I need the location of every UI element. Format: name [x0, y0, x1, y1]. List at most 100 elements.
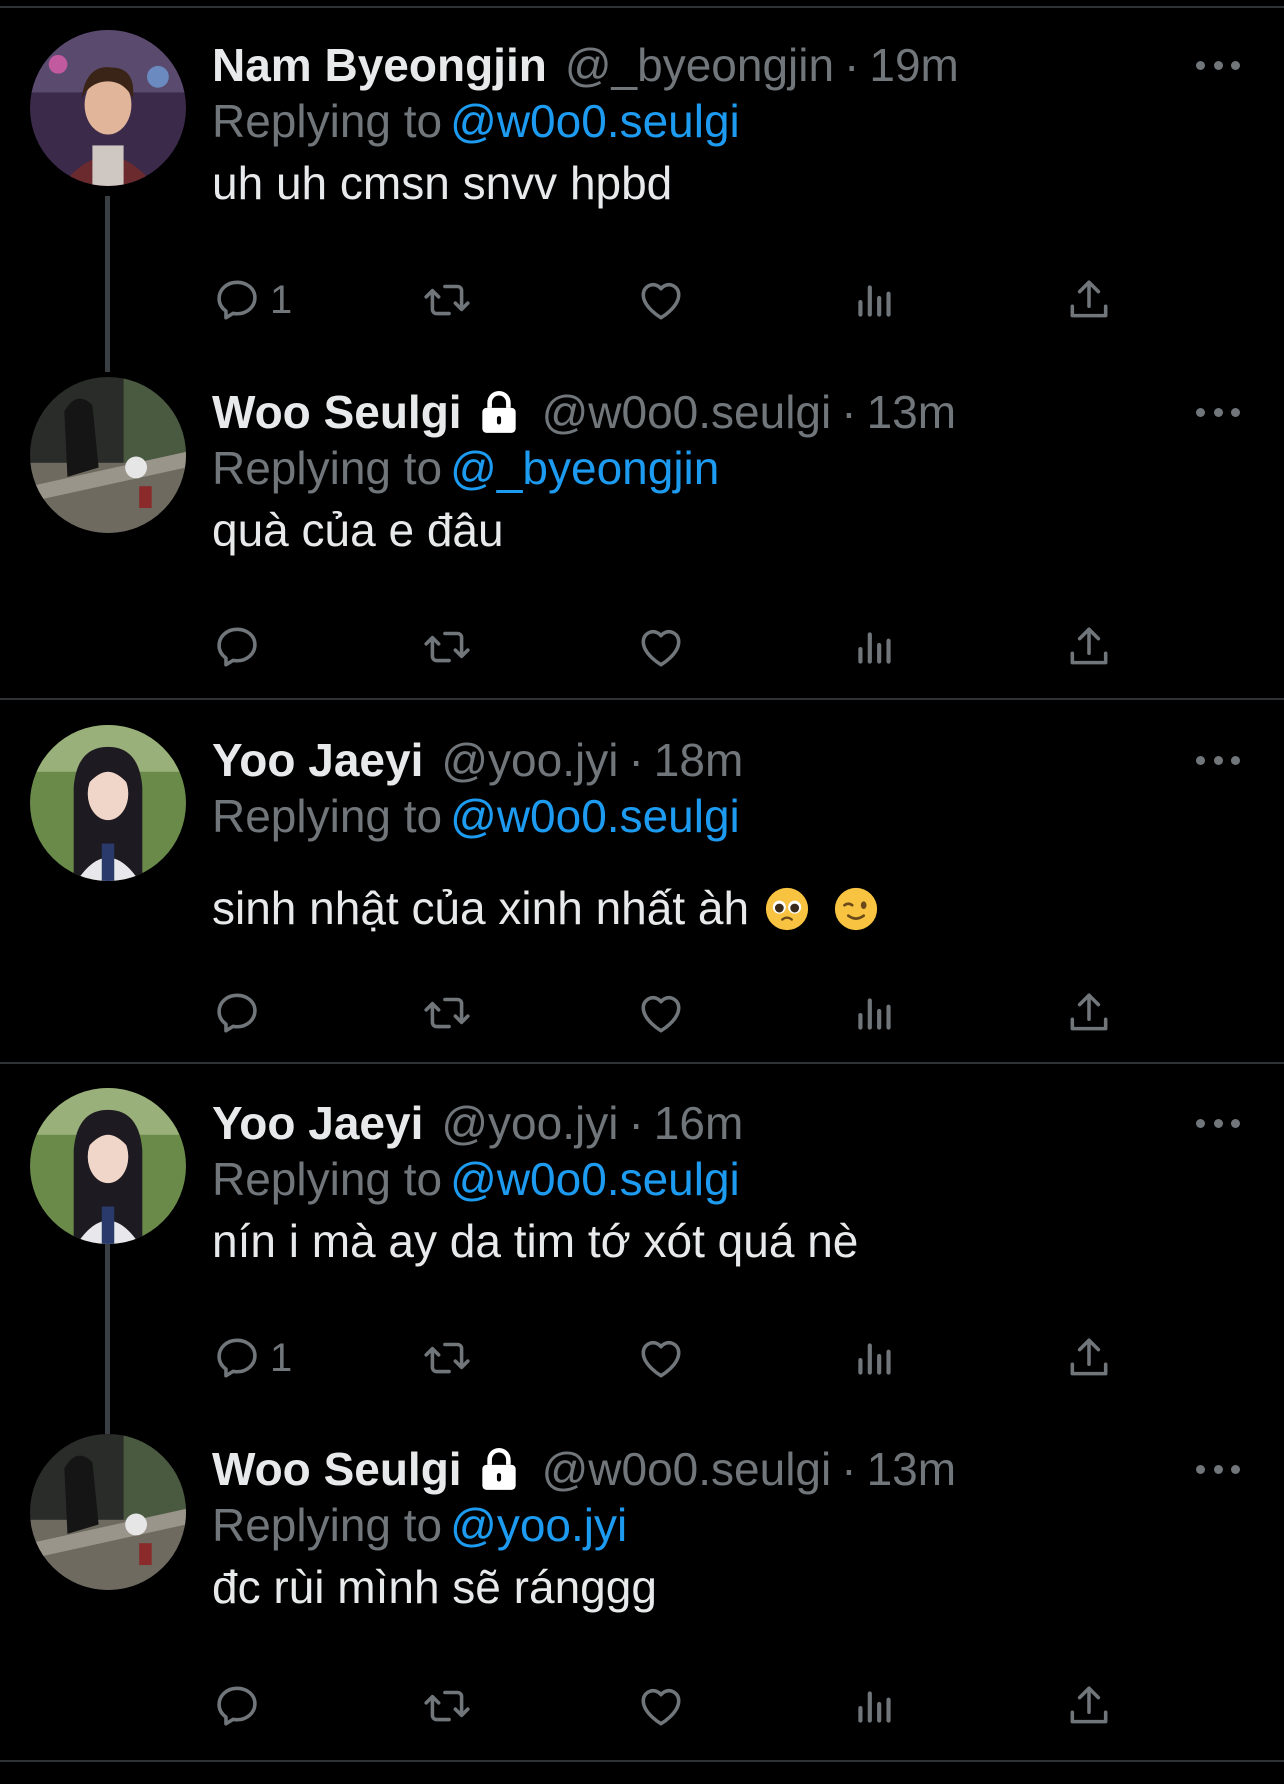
like-icon	[636, 1333, 686, 1383]
reply-icon	[212, 988, 262, 1038]
views-icon	[850, 1681, 900, 1731]
retweet-button[interactable]	[422, 1676, 472, 1736]
retweet-icon	[422, 1333, 472, 1383]
tweet-text-content: sinh nhật của xinh nhất àh	[212, 882, 750, 934]
avatar[interactable]	[30, 725, 186, 881]
share-button[interactable]	[1064, 1676, 1114, 1736]
reply-icon	[212, 622, 262, 672]
action-bar	[212, 617, 1132, 677]
avatar[interactable]	[30, 1088, 186, 1244]
share-icon	[1064, 1681, 1114, 1731]
views-button[interactable]	[850, 983, 900, 1043]
action-bar: 1	[212, 270, 1132, 330]
replying-to-label: Replying to	[212, 95, 443, 147]
replying-to-label: Replying to	[212, 1499, 443, 1551]
more-icon[interactable]	[1196, 399, 1240, 425]
replying-to-label: Replying to	[212, 790, 443, 842]
mention-link[interactable]: @w0o0.seulgi	[450, 95, 740, 147]
mention-link[interactable]: @yoo.jyi	[450, 1499, 627, 1551]
share-button[interactable]	[1064, 1328, 1114, 1388]
tweet-text: nín i mà ay da tim tớ xót quá nè	[212, 1215, 859, 1267]
lock-icon	[474, 1443, 524, 1495]
retweet-button[interactable]	[422, 617, 472, 677]
more-icon[interactable]	[1196, 1456, 1240, 1482]
replying-to-label: Replying to	[212, 1153, 443, 1205]
like-icon	[636, 988, 686, 1038]
mention-link[interactable]: @_byeongjin	[450, 442, 719, 494]
replying-to: Replying to @w0o0.seulgi	[212, 781, 740, 851]
reply-button[interactable]: 1	[212, 1328, 292, 1388]
action-bar: 1	[212, 1328, 1132, 1388]
divider	[0, 698, 1284, 700]
replying-to: Replying to @w0o0.seulgi	[212, 86, 740, 156]
reply-icon	[212, 1681, 262, 1731]
retweet-button[interactable]	[422, 270, 472, 330]
views-button[interactable]	[850, 1328, 900, 1388]
retweet-button[interactable]	[422, 983, 472, 1043]
retweet-icon	[422, 988, 472, 1038]
divider	[0, 1062, 1284, 1064]
share-button[interactable]	[1064, 617, 1114, 677]
views-icon	[850, 988, 900, 1038]
share-icon	[1064, 275, 1114, 325]
share-button[interactable]	[1064, 983, 1114, 1043]
timestamp[interactable]: 13m	[867, 1434, 956, 1504]
like-icon	[636, 622, 686, 672]
divider	[0, 1760, 1284, 1762]
reply-button[interactable]: 1	[212, 270, 292, 330]
top-divider	[0, 6, 1284, 8]
views-button[interactable]	[850, 270, 900, 330]
reply-icon	[212, 1333, 262, 1383]
separator-dot: ·	[844, 39, 860, 91]
action-bar	[212, 1676, 1132, 1736]
more-icon[interactable]	[1196, 1110, 1240, 1136]
tweet-text: quà của e đâu	[212, 504, 504, 556]
like-button[interactable]	[636, 1676, 686, 1736]
tweet-text: uh uh cmsn snvv hpbd	[212, 157, 673, 209]
like-button[interactable]	[636, 270, 686, 330]
like-button[interactable]	[636, 617, 686, 677]
winking-face-icon	[834, 887, 877, 931]
mention-link[interactable]: @w0o0.seulgi	[450, 1153, 740, 1205]
reply-count: 1	[270, 277, 293, 322]
retweet-button[interactable]	[422, 1328, 472, 1388]
separator-dot: ·	[841, 1443, 857, 1495]
mention-link[interactable]: @w0o0.seulgi	[450, 790, 740, 842]
pleading-face-icon	[765, 887, 808, 931]
more-icon[interactable]	[1196, 52, 1240, 78]
reply-button[interactable]	[212, 1676, 262, 1736]
views-icon	[850, 1333, 900, 1383]
replying-to-label: Replying to	[212, 442, 443, 494]
like-button[interactable]	[636, 983, 686, 1043]
reply-icon	[212, 275, 262, 325]
replying-to: Replying to @yoo.jyi	[212, 1490, 627, 1560]
reply-button[interactable]	[212, 983, 262, 1043]
views-button[interactable]	[850, 1676, 900, 1736]
retweet-icon	[422, 1681, 472, 1731]
reply-count: 1	[270, 1335, 293, 1380]
share-icon	[1064, 988, 1114, 1038]
lock-icon	[474, 386, 524, 438]
like-icon	[636, 1681, 686, 1731]
views-icon	[850, 622, 900, 672]
like-button[interactable]	[636, 1328, 686, 1388]
more-icon[interactable]	[1196, 747, 1240, 773]
views-icon	[850, 275, 900, 325]
tweet-text: sinh nhật của xinh nhất àh	[212, 875, 879, 941]
avatar[interactable]	[30, 1434, 186, 1590]
thread-connector	[105, 196, 110, 372]
timestamp[interactable]: 13m	[867, 377, 956, 447]
avatar[interactable]	[30, 377, 186, 533]
like-icon	[636, 275, 686, 325]
action-bar	[212, 983, 1132, 1043]
views-button[interactable]	[850, 617, 900, 677]
retweet-icon	[422, 275, 472, 325]
separator-dot: ·	[841, 386, 857, 438]
timestamp[interactable]: 19m	[869, 30, 958, 100]
share-icon	[1064, 622, 1114, 672]
tweet-text: đc rùi mình sẽ ránggg	[212, 1561, 657, 1613]
retweet-icon	[422, 622, 472, 672]
avatar[interactable]	[30, 30, 186, 186]
share-button[interactable]	[1064, 270, 1114, 330]
reply-button[interactable]	[212, 617, 262, 677]
